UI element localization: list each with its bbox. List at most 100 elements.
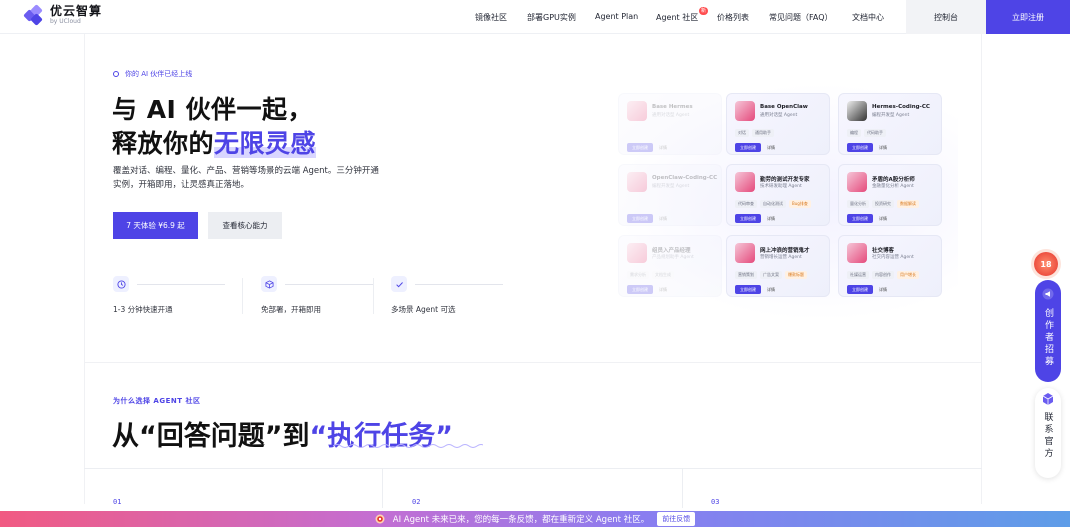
pulse-dot-icon [113, 71, 119, 77]
create-agent-button[interactable]: 立即创建 [847, 214, 873, 223]
agent-avatar [735, 243, 755, 263]
feedback-text: AI Agent 未来已来，您的每一条反馈，都在重新定义 Agent 社区。 [392, 515, 650, 525]
nav-deploy-gpu[interactable]: 部署GPU实例 [527, 12, 576, 23]
create-agent-button[interactable]: 立即创建 [627, 143, 653, 152]
agent-card-title: Hermes-Coding-CC [872, 104, 930, 110]
agent-details-link[interactable]: 详情 [767, 285, 775, 294]
nav-faq[interactable]: 常见问题（FAQ） [769, 12, 833, 23]
agent-tag: 爆款标题 [785, 271, 807, 279]
agent-details-link[interactable]: 详情 [767, 214, 775, 223]
feature-quick-open: 1-3 分钟快速开通 [113, 276, 225, 314]
agent-tag: 社媒运营 [847, 271, 869, 279]
feedback-banner: AI Agent 未来已来，您的每一条反馈，都在重新定义 Agent 社区。 前… [0, 511, 1070, 527]
new-badge: 新 [699, 7, 709, 15]
agent-avatar [735, 101, 755, 121]
nav-agent-plan[interactable]: Agent Plan [595, 12, 638, 21]
console-button[interactable]: 控制台 [906, 0, 986, 34]
agent-card[interactable]: 矛盾的A股分析师 金融量化分析 Agent 量化分析 投资研究 数据解读立即创建 详情 [838, 164, 942, 226]
agent-card[interactable]: Base Hermes 通用对话型 Agent 立即创建 详情 [618, 93, 722, 155]
agent-card-title: 矛盾的A股分析师 [872, 177, 915, 183]
agent-avatar [627, 172, 647, 192]
agent-avatar [847, 101, 867, 121]
agent-details-link[interactable]: 详情 [659, 285, 667, 294]
agent-tag: Bug排查 [789, 200, 811, 208]
agent-details-link[interactable]: 详情 [659, 214, 667, 223]
agent-card[interactable]: Base OpenClaw 通用对话型 Agent 对话 通用助手立即创建 详情 [726, 93, 830, 155]
agent-tag: 内容创作 [872, 271, 894, 279]
agent-card-subtitle: 技术研发助理 Agent [760, 184, 802, 189]
column-number-1: 01 [113, 498, 122, 506]
agent-card-title: Base Hermes [652, 104, 693, 110]
hero-title-accent: 无限灵感 [214, 129, 317, 158]
create-agent-button[interactable]: 立即创建 [627, 285, 653, 294]
agent-card-title: OpenClaw-Coding-CC [652, 175, 718, 181]
agent-card[interactable]: Hermes-Coding-CC 编程开发型 Agent 编程 代码助手 立即创建 详情 [838, 93, 942, 155]
agent-card-subtitle: 通用对话型 Agent [760, 113, 798, 118]
agent-tag: 对话 [735, 129, 749, 137]
brand-name: 优云智算 [50, 4, 103, 18]
create-agent-button[interactable]: 立即创建 [627, 214, 653, 223]
column-number-3: 03 [711, 498, 720, 506]
agent-tag: 用户增长 [897, 271, 919, 279]
agent-details-link[interactable]: 详情 [879, 214, 887, 223]
nav-docs[interactable]: 文档中心 [852, 12, 884, 23]
section-kicker: 为什么选择 AGENT 社区 [113, 397, 201, 405]
agent-card-title: 勤劳的测试开发专家 [760, 177, 810, 183]
agent-tag: 投资研究 [872, 200, 894, 208]
feature-no-deploy: 免部署，开箱即用 [261, 276, 373, 314]
agent-avatar [847, 172, 867, 192]
nav-mirror-community[interactable]: 镜像社区 [475, 12, 507, 23]
agent-card-subtitle: 金融量化分析 Agent [872, 184, 914, 189]
promo-badge[interactable]: 18 [1034, 252, 1058, 276]
nav-pricing[interactable]: 价格列表 [717, 12, 749, 23]
agent-avatar [735, 172, 755, 192]
create-agent-button[interactable]: 立即创建 [847, 143, 873, 152]
trial-button[interactable]: 7 天体验 ¥6.9 起 [113, 212, 198, 239]
creator-recruit-button[interactable]: 创作者招募 [1035, 280, 1061, 382]
agent-card-title: 网上冲浪的营销鬼才 [760, 248, 810, 254]
agent-tag: 自动化测试 [760, 200, 786, 208]
agent-card-subtitle: 通用对话型 Agent [652, 113, 690, 118]
agent-details-link[interactable]: 详情 [767, 143, 775, 152]
column-number-2: 02 [412, 498, 421, 506]
agent-card[interactable]: 组员入产品经理 产品规划助手 Agent 需求分析 文档生成 立即创建 详情 [618, 235, 722, 297]
brand-logo[interactable]: 优云智算 by UCloud [23, 4, 103, 26]
agent-details-link[interactable]: 详情 [879, 285, 887, 294]
create-agent-button[interactable]: 立即创建 [735, 143, 761, 152]
agent-card[interactable]: 勤劳的测试开发专家 技术研发助理 Agent 代码审查 自动化测试 Bug排查立即创建详… [726, 164, 830, 226]
agent-avatar [627, 243, 647, 263]
contact-official-button[interactable]: 联系官方 [1035, 388, 1061, 478]
brand-sub: by UCloud [50, 18, 81, 25]
feedback-button[interactable]: 前往反馈 [657, 512, 696, 526]
agent-tag: 代码审查 [735, 200, 757, 208]
nav-agent-community[interactable]: Agent 社区 [656, 12, 698, 23]
check-icon [391, 276, 407, 292]
agent-details-link[interactable]: 详情 [879, 143, 887, 152]
agent-card[interactable]: 网上冲浪的营销鬼才 营销增长运营 Agent 营销策划 广告文案 爆款标题 立即创建 详情 [726, 235, 830, 297]
agent-tag: 编程 [847, 129, 861, 137]
agent-card[interactable]: OpenClaw-Coding-CC 编程开发型 Agent 立即创建 详情 [618, 164, 722, 226]
agent-tag: 量化分析 [847, 200, 869, 208]
create-agent-button[interactable]: 立即创建 [735, 214, 761, 223]
agent-tag: 通用助手 [752, 129, 774, 137]
agent-avatar [847, 243, 867, 263]
agent-card-subtitle: 产品规划助手 Agent [652, 255, 694, 260]
agent-card-title: Base OpenClaw [760, 104, 808, 110]
target-icon [375, 514, 385, 524]
cube-icon [261, 276, 277, 292]
agent-tag: 数据解读 [897, 200, 919, 208]
agent-details-link[interactable]: 详情 [659, 143, 667, 152]
view-capabilities-button[interactable]: 查看核心能力 [208, 212, 282, 239]
agent-card-title: 社交博客 [872, 248, 895, 254]
megaphone-icon [1042, 288, 1054, 300]
create-agent-button[interactable]: 立即创建 [735, 285, 761, 294]
create-agent-button[interactable]: 立即创建 [847, 285, 873, 294]
top-header: 优云智算 by UCloud 镜像社区 部署GPU实例 Agent Plan A… [0, 0, 1070, 34]
agent-card-subtitle: 编程开发型 Agent [872, 113, 910, 118]
agent-tag: 需求分析 [627, 271, 649, 279]
agent-card-subtitle: 编程开发型 Agent [652, 184, 690, 189]
agent-card[interactable]: 社交博客 社交内容运营 Agent 社媒运营 内容创作 用户增长 立即创建 详情 [838, 235, 942, 297]
register-button[interactable]: 立即注册 [986, 0, 1070, 34]
hero-tagline: 你的 AI 伙伴已经上线 [113, 69, 192, 79]
wavy-underline [333, 444, 483, 448]
